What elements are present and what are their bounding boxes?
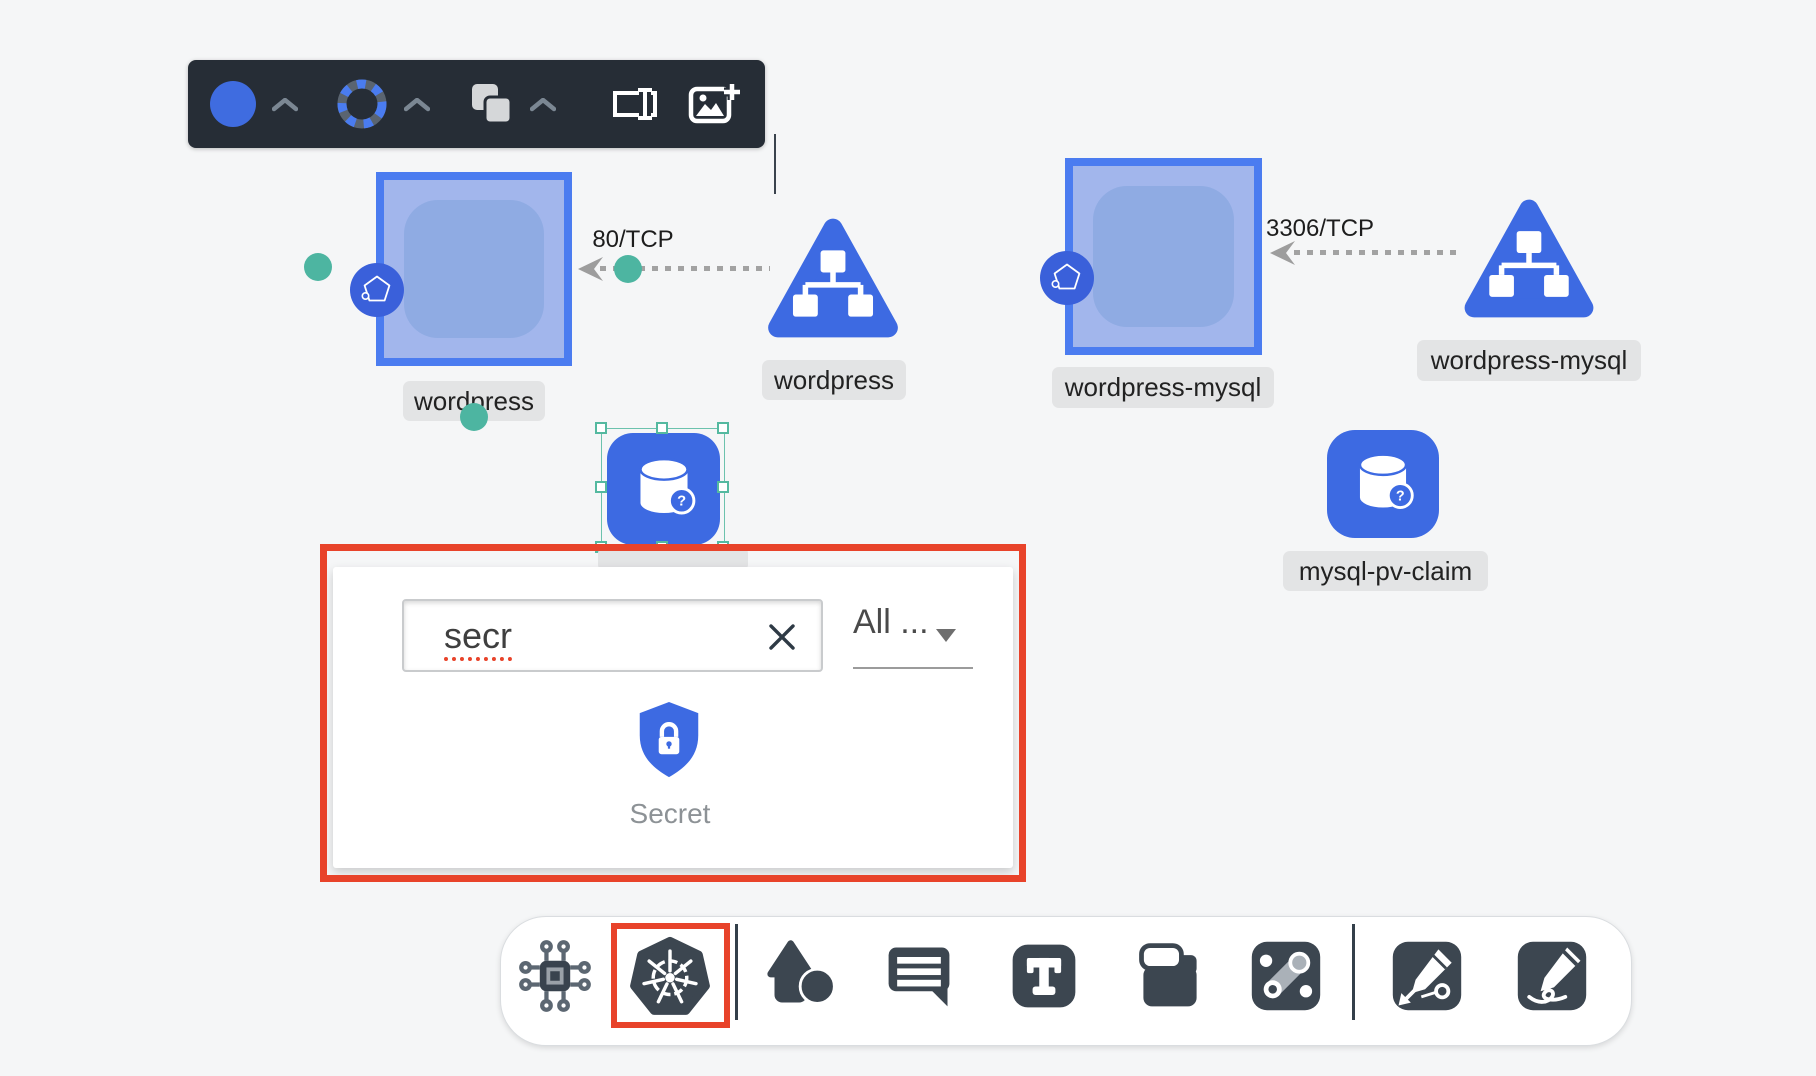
database-question-icon: ? xyxy=(1333,436,1433,532)
pod-icon xyxy=(1040,251,1094,305)
copy-style-button[interactable] xyxy=(468,80,516,128)
note-tool-button[interactable] xyxy=(1132,938,1208,1014)
clear-search-button[interactable] xyxy=(762,617,802,657)
service-label: wordpress-mysql xyxy=(1417,340,1641,381)
toolbar-divider xyxy=(774,134,776,194)
resize-handle[interactable] xyxy=(717,422,729,434)
arrowhead-icon xyxy=(1268,239,1296,267)
search-result-secret[interactable] xyxy=(635,700,703,785)
hidden-node-label xyxy=(598,549,748,569)
dropdown-caret-icon[interactable] xyxy=(936,629,956,642)
svg-text:?: ? xyxy=(1396,488,1405,504)
toolbar-divider xyxy=(735,924,738,1020)
freehand-pen-tool-button[interactable] xyxy=(1514,938,1590,1014)
shield-lock-icon xyxy=(635,700,703,780)
stroke-style-expand-chevron-icon[interactable] xyxy=(404,98,430,112)
canvas[interactable]: wordpress 80/TCP wordpress wordpress-mys… xyxy=(0,0,1816,1076)
resize-handle[interactable] xyxy=(595,481,607,493)
infrastructure-tool-button[interactable] xyxy=(517,938,593,1014)
resize-handle[interactable] xyxy=(595,422,607,434)
connection-handle[interactable] xyxy=(460,403,488,431)
service-label: wordpress xyxy=(762,360,906,400)
pod-inner-shape xyxy=(404,200,544,338)
shapes-tool-button[interactable] xyxy=(765,936,841,1012)
link-tool-button[interactable] xyxy=(1248,938,1324,1014)
search-result-label: Secret xyxy=(600,798,740,830)
pvc-label: mysql-pv-claim xyxy=(1283,551,1488,591)
edge-port-label: 3306/TCP xyxy=(1250,215,1390,243)
pod-label: wordpress-mysql xyxy=(1052,367,1274,408)
pod-node-wordpress-mysql[interactable] xyxy=(1065,158,1262,355)
arrowhead-icon xyxy=(576,255,604,283)
category-filter-dropdown[interactable]: All ... xyxy=(853,603,929,642)
text-box-tool-button[interactable] xyxy=(612,82,658,126)
fill-style-expand-chevron-icon[interactable] xyxy=(272,98,298,112)
add-image-tool-button[interactable] xyxy=(688,80,740,130)
resize-handle[interactable] xyxy=(717,481,729,493)
kubernetes-tool-button[interactable] xyxy=(627,933,713,1019)
connector-pen-tool-button[interactable] xyxy=(1389,938,1465,1014)
edge-handle[interactable] xyxy=(614,255,642,283)
toolbar-divider xyxy=(1352,924,1355,1020)
fill-style-button[interactable] xyxy=(210,81,256,127)
dropdown-underline xyxy=(853,667,973,669)
pvc-node-mysql-pv-claim[interactable]: ? xyxy=(1327,430,1439,538)
pod-inner-shape xyxy=(1093,186,1234,327)
resize-handle[interactable] xyxy=(656,422,668,434)
service-node-wordpress[interactable] xyxy=(763,209,903,347)
style-toolbar xyxy=(188,60,765,148)
search-input[interactable]: secr xyxy=(402,599,823,672)
pod-node-wordpress[interactable] xyxy=(376,172,572,366)
pod-icon xyxy=(350,263,404,317)
stroke-style-button[interactable] xyxy=(336,78,388,130)
service-node-wordpress-mysql[interactable] xyxy=(1459,190,1599,327)
search-query-text: secr xyxy=(444,601,512,670)
text-tool-button[interactable] xyxy=(1006,938,1082,1014)
copy-style-expand-chevron-icon[interactable] xyxy=(530,98,556,112)
edge-port-label: 80/TCP xyxy=(573,226,693,254)
connection-handle[interactable] xyxy=(304,253,332,281)
selection-box xyxy=(601,428,725,549)
comment-tool-button[interactable] xyxy=(881,938,957,1014)
edge-wordpress-mysql xyxy=(1294,250,1462,255)
